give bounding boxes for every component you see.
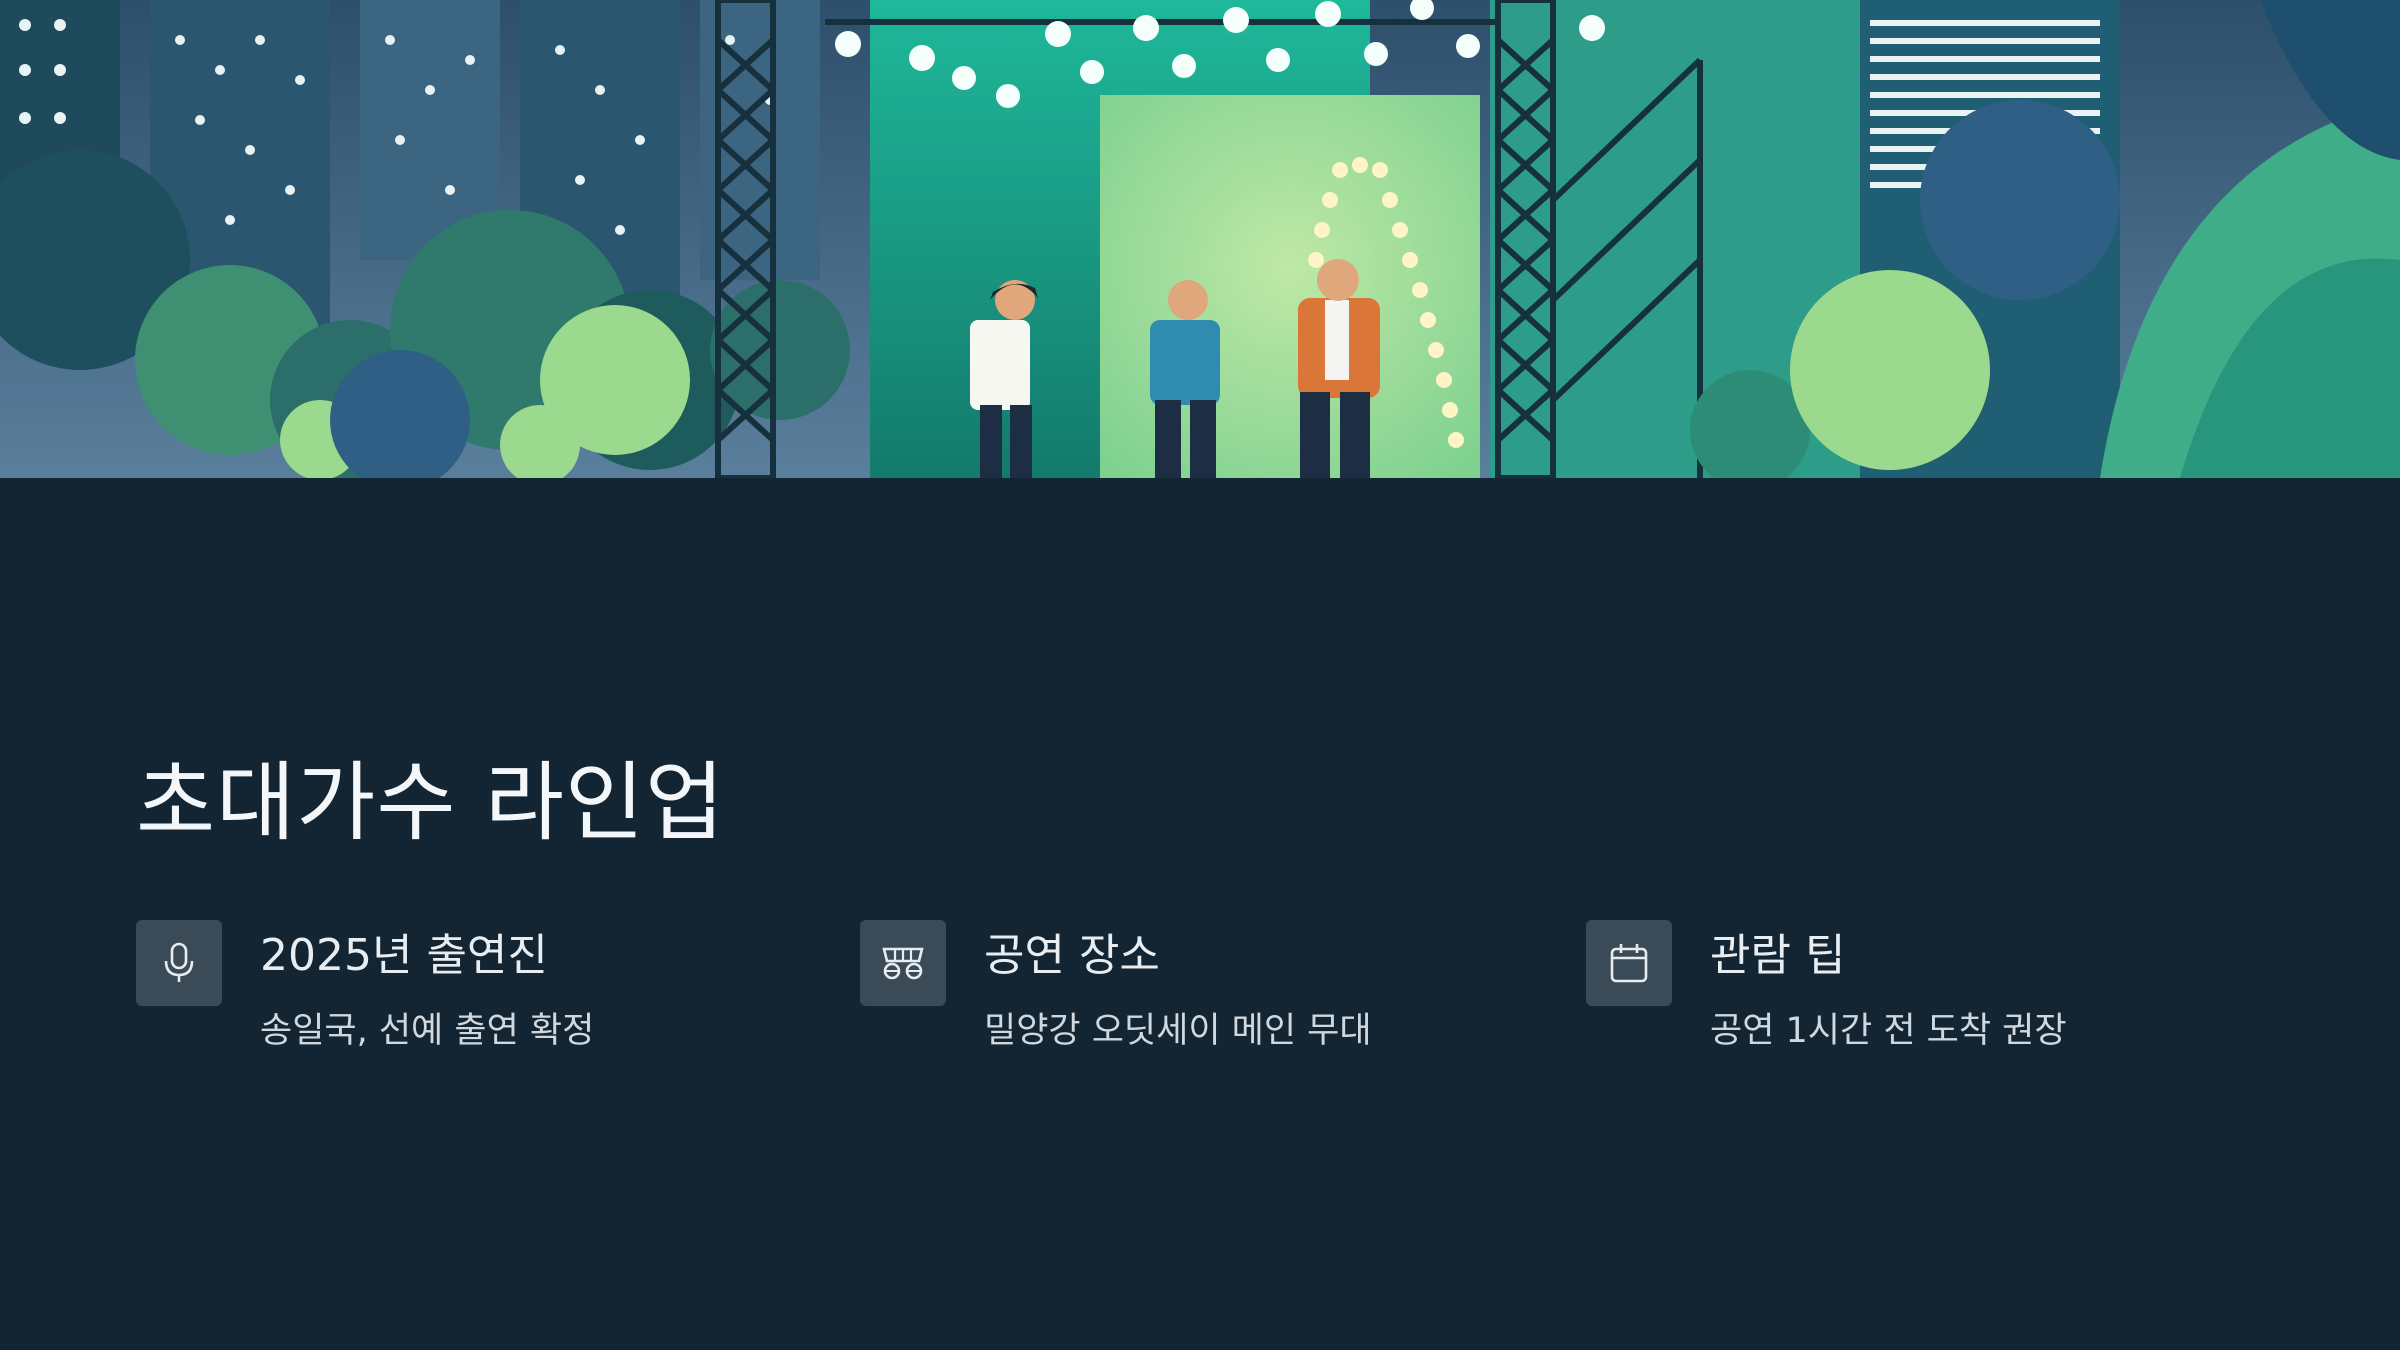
stage-icon xyxy=(860,920,946,1006)
card-subtitle: 송일국, 선예 출연 확정 xyxy=(260,1011,595,1051)
microphone-icon xyxy=(136,920,222,1006)
card-performers: 2025년 출연진 송일국, 선예 출연 확정 xyxy=(136,920,776,1100)
lineup-section: 초대가수 라인업 2025년 출연진 송일국, 선예 출연 확정 공연 장소 밀… xyxy=(136,748,2276,1051)
calendar-icon xyxy=(1586,920,1672,1006)
card-title: 관람 팁 xyxy=(1710,930,1846,981)
card-subtitle: 공연 1시간 전 도착 권장 xyxy=(1710,1011,2067,1051)
hero-illustration xyxy=(0,0,2400,478)
card-title: 2025년 출연진 xyxy=(260,930,548,981)
card-title: 공연 장소 xyxy=(984,930,1160,981)
info-cards: 2025년 출연진 송일국, 선예 출연 확정 공연 장소 밀양강 오딧세이 메… xyxy=(136,920,2276,1120)
card-subtitle: 밀양강 오딧세이 메인 무대 xyxy=(984,1011,1372,1051)
section-title: 초대가수 라인업 xyxy=(136,753,726,853)
card-tips: 관람 팁 공연 1시간 전 도착 권장 xyxy=(1586,920,2226,1100)
card-venue: 공연 장소 밀양강 오딧세이 메인 무대 xyxy=(860,920,1500,1100)
